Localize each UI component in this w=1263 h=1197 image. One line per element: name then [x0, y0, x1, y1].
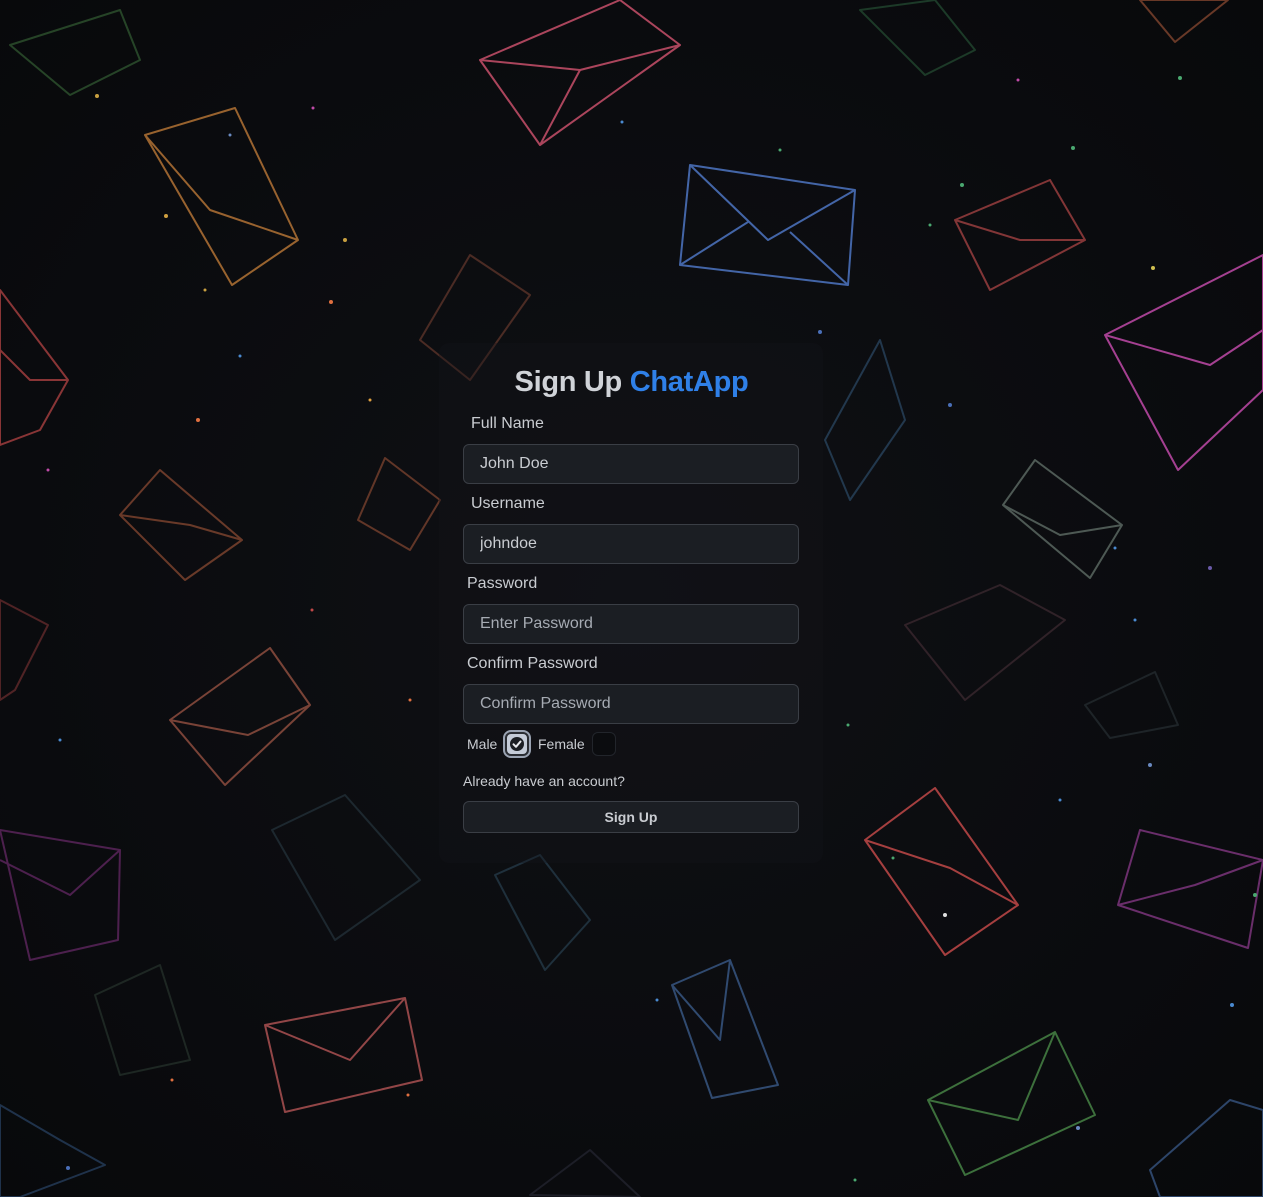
checkmark-icon [510, 737, 524, 751]
title-prefix: Sign Up [514, 366, 623, 398]
envelope-decoration [169, 647, 311, 786]
full-name-input[interactable] [463, 444, 799, 484]
envelope-decoration [0, 829, 121, 961]
envelope-decoration [954, 179, 1086, 291]
signup-button[interactable]: Sign Up [463, 801, 799, 833]
envelope-decoration [1104, 254, 1263, 471]
username-label: Username [471, 495, 545, 512]
page-title: Sign Up ChatApp [0, 366, 1263, 399]
envelope-decoration [1149, 1099, 1263, 1197]
envelope-decoration [357, 457, 441, 551]
gender-female-label: Female [538, 736, 585, 752]
gender-male-checkbox[interactable] [505, 732, 529, 756]
envelope-decoration [824, 339, 906, 501]
envelope-decoration [1002, 459, 1123, 579]
password-input[interactable] [463, 604, 799, 644]
envelope-decoration [94, 964, 191, 1076]
envelope-decoration [1117, 829, 1263, 949]
envelope-decoration [144, 107, 299, 286]
confirm-password-input[interactable] [463, 684, 799, 724]
brand-name: ChatApp [629, 366, 749, 398]
envelope-decoration [904, 584, 1066, 701]
envelope-decoration [1139, 0, 1229, 43]
envelope-decoration [0, 1104, 106, 1197]
username-input[interactable] [463, 524, 799, 564]
gender-male-label: Male [467, 736, 498, 752]
envelope-decoration [529, 1149, 641, 1197]
envelope-decoration [271, 794, 421, 941]
gender-female-checkbox[interactable] [592, 732, 616, 756]
envelope-decoration [859, 0, 976, 76]
envelope-decoration [0, 599, 49, 701]
envelope-decoration [494, 854, 591, 971]
envelope-decoration [671, 959, 779, 1099]
login-link[interactable]: Already have an account? [463, 773, 625, 789]
envelope-decoration [864, 787, 1019, 956]
password-label: Password [467, 575, 538, 592]
envelope-decoration [479, 0, 681, 146]
envelope-decoration [679, 164, 856, 286]
envelope-decoration [119, 469, 243, 581]
envelope-decoration [927, 1031, 1096, 1176]
envelope-decoration [1084, 671, 1179, 739]
full-name-label: Full Name [471, 415, 544, 432]
envelope-decoration [9, 9, 141, 96]
confirm-password-label: Confirm Password [467, 655, 598, 672]
envelope-decoration [264, 997, 423, 1113]
